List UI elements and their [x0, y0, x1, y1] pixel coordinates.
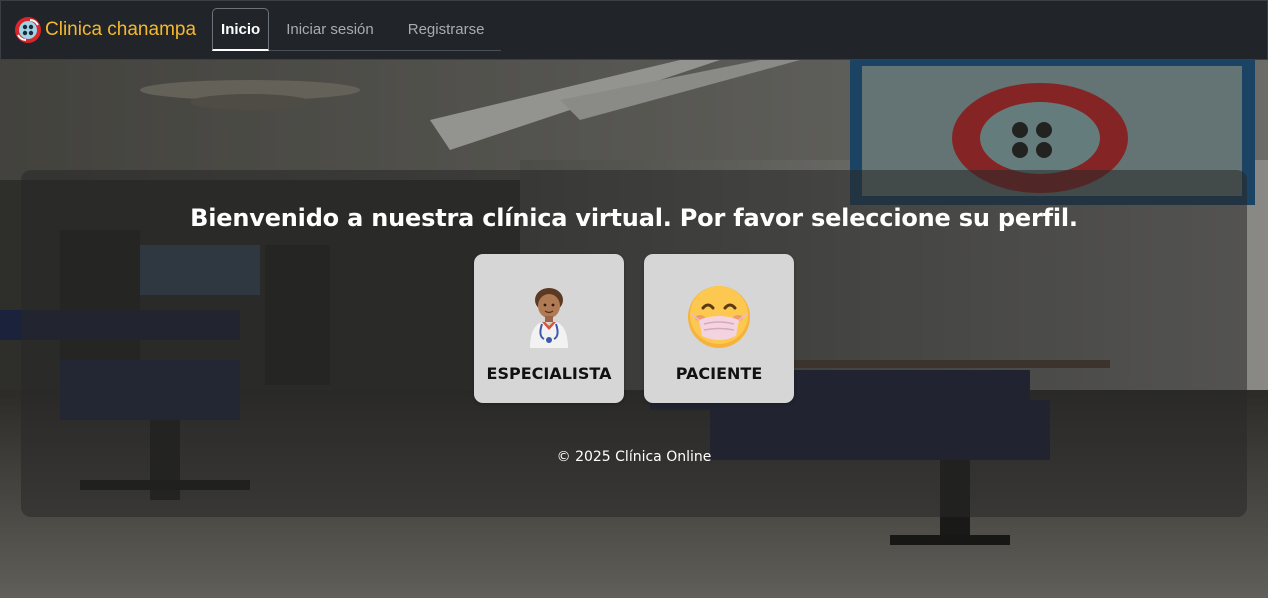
paciente-label: PACIENTE — [675, 364, 763, 383]
paciente-button[interactable]: PACIENTE — [644, 254, 794, 403]
brand-name: Clinica chanampa — [45, 19, 197, 40]
tab-inicio[interactable]: Inicio — [212, 8, 270, 51]
clinic-logo-icon — [15, 17, 41, 43]
welcome-heading: Bienvenido a nuestra clínica virtual. Po… — [190, 204, 1078, 232]
especialista-button[interactable]: ESPECIALISTA — [474, 254, 624, 403]
brand-link[interactable]: Clinica chanampa — [14, 0, 196, 60]
tab-registrarse[interactable]: Registrarse — [391, 8, 502, 50]
nav-tabs: Inicio Iniciar sesión Registrarse — [212, 8, 502, 51]
especialista-label: ESPECIALISTA — [486, 364, 612, 383]
footer-copyright: © 2025 Clínica Online — [556, 449, 712, 465]
tab-iniciar-sesion[interactable]: Iniciar sesión — [269, 8, 391, 50]
navbar: Clinica chanampa Inicio Iniciar sesión R… — [0, 0, 1268, 60]
doctor-icon — [530, 288, 568, 348]
masked-face-icon — [688, 286, 750, 348]
welcome-card: Bienvenido a nuestra clínica virtual. Po… — [21, 170, 1247, 517]
